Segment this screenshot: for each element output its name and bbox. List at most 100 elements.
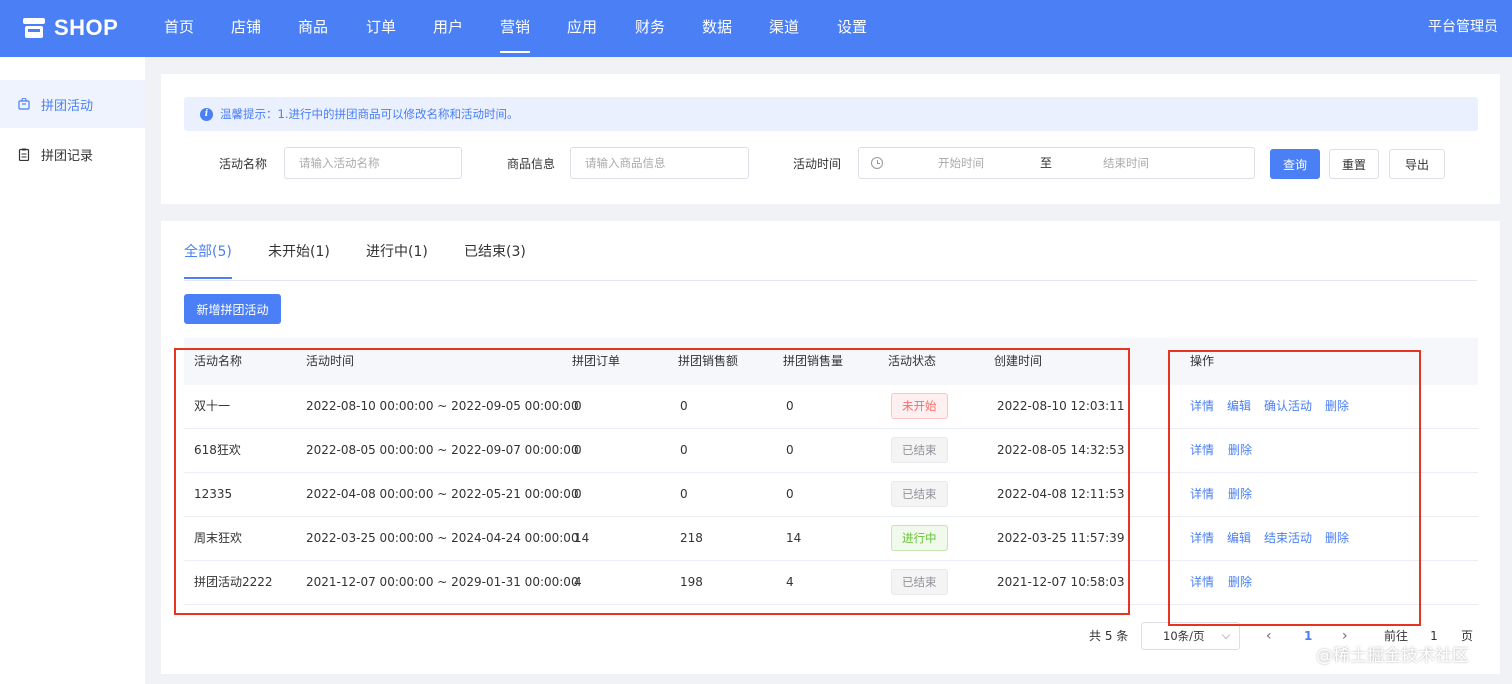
status-badge: 进行中 xyxy=(891,525,948,551)
detail-link[interactable]: 详情 xyxy=(1190,429,1214,472)
goods-info-input[interactable]: 请输入商品信息 xyxy=(570,147,749,179)
nav-item-orders[interactable]: 订单 xyxy=(366,0,396,57)
cell-created-time: 2022-03-25 11:57:39 xyxy=(997,531,1125,545)
activity-name-input[interactable]: 请输入活动名称 xyxy=(284,147,462,179)
nav-item-channels[interactable]: 渠道 xyxy=(769,0,799,57)
table-header: 活动名称 活动时间 拼团订单 拼团销售额 拼团销售量 活动状态 创建时间 操作 xyxy=(184,338,1478,385)
edit-link[interactable]: 编辑 xyxy=(1227,385,1251,428)
cell-group-sales-amount: 218 xyxy=(680,531,703,545)
bag-icon xyxy=(18,98,30,110)
delete-link[interactable]: 删除 xyxy=(1228,561,1252,604)
end-time-input[interactable]: 结束时间 xyxy=(1103,148,1149,178)
cell-group-orders: 0 xyxy=(574,399,582,413)
nav-item-settings[interactable]: 设置 xyxy=(837,0,867,57)
header-activity-status: 活动状态 xyxy=(888,354,937,368)
export-button[interactable]: 导出 xyxy=(1389,149,1445,179)
delete-link[interactable]: 删除 xyxy=(1325,385,1349,428)
sidebar-item-group-records[interactable]: 拼团记录 xyxy=(0,130,145,178)
goods-info-label: 商品信息 xyxy=(507,157,556,171)
table-row: 周末狂欢 2022-03-25 00:00:00 ~ 2024-04-24 00… xyxy=(184,517,1478,561)
list-panel: 全部(5) 未开始(1) 进行中(1) 已结束(3) 新增拼团活动 活动名称 活… xyxy=(161,221,1500,674)
chevron-down-icon xyxy=(1221,630,1231,640)
page-number-current[interactable]: 1 xyxy=(1304,621,1312,651)
detail-link[interactable]: 详情 xyxy=(1190,517,1214,560)
cell-created-time: 2022-08-10 12:03:11 xyxy=(997,399,1125,413)
edit-link[interactable]: 编辑 xyxy=(1227,517,1251,560)
sidebar-item-label: 拼团记录 xyxy=(41,148,94,164)
cell-activity-time: 2022-04-08 00:00:00 ~ 2022-05-21 00:00:0… xyxy=(306,487,579,501)
status-badge: 已结束 xyxy=(891,437,948,463)
table-row: 双十一 2022-08-10 00:00:00 ~ 2022-09-05 00:… xyxy=(184,385,1478,429)
query-button[interactable]: 查询 xyxy=(1270,149,1320,179)
cell-activity-name: 12335 xyxy=(194,487,233,501)
detail-link[interactable]: 详情 xyxy=(1190,385,1214,428)
tab-in-progress[interactable]: 进行中(1) xyxy=(366,241,428,281)
prev-page-button[interactable]: ‹ xyxy=(1266,621,1272,651)
nav-item-marketing[interactable]: 营销 xyxy=(500,0,531,57)
end-activity-link[interactable]: 结束活动 xyxy=(1264,517,1312,560)
delete-link[interactable]: 删除 xyxy=(1228,429,1252,472)
tab-ended[interactable]: 已结束(3) xyxy=(464,241,526,281)
clock-icon xyxy=(871,157,883,169)
cell-group-sales-quantity: 0 xyxy=(786,443,794,457)
watermark: @稀土掘金技术社区 xyxy=(1316,646,1469,666)
table-row: 618狂欢 2022-08-05 00:00:00 ~ 2022-09-07 0… xyxy=(184,429,1478,473)
tip-banner: i 温馨提示：1.进行中的拼团商品可以修改名称和活动时间。 xyxy=(184,97,1478,131)
nav-item-data[interactable]: 数据 xyxy=(702,0,732,57)
detail-link[interactable]: 详情 xyxy=(1190,473,1214,516)
header-created-time: 创建时间 xyxy=(994,354,1043,368)
tab-all[interactable]: 全部(5) xyxy=(184,241,232,281)
sidebar-item-group-activity[interactable]: 拼团活动 xyxy=(0,80,145,128)
confirm-activity-link[interactable]: 确认活动 xyxy=(1264,385,1312,428)
delete-link[interactable]: 删除 xyxy=(1228,473,1252,516)
cell-group-sales-quantity: 0 xyxy=(786,487,794,501)
cell-activity-time: 2022-03-25 00:00:00 ~ 2024-04-24 00:00:0… xyxy=(306,531,579,545)
tip-text: 温馨提示：1.进行中的拼团商品可以修改名称和活动时间。 xyxy=(220,107,519,121)
info-icon: i xyxy=(200,107,213,121)
cell-group-orders: 0 xyxy=(574,443,582,457)
admin-user-menu[interactable]: 平台管理员 xyxy=(1428,0,1498,55)
pagination-total: 共 5 条 xyxy=(1089,629,1129,643)
cell-group-orders: 0 xyxy=(574,487,582,501)
page-size-select[interactable]: 10条/页 xyxy=(1141,622,1240,650)
detail-link[interactable]: 详情 xyxy=(1190,561,1214,604)
tab-divider xyxy=(184,280,1477,281)
shop-store-icon xyxy=(22,17,46,39)
tab-not-started[interactable]: 未开始(1) xyxy=(268,241,330,281)
nav-item-apps[interactable]: 应用 xyxy=(567,0,597,57)
status-badge: 已结束 xyxy=(891,481,948,507)
cell-activity-time: 2022-08-05 00:00:00 ~ 2022-09-07 00:00:0… xyxy=(306,443,579,457)
date-range-picker[interactable]: 开始时间 至 结束时间 xyxy=(858,147,1255,179)
cell-created-time: 2021-12-07 10:58:03 xyxy=(997,575,1125,589)
cell-group-sales-quantity: 0 xyxy=(786,399,794,413)
status-badge: 已结束 xyxy=(891,569,948,595)
cell-activity-name: 拼团活动2222 xyxy=(194,575,273,589)
page-size-value: 10条/页 xyxy=(1163,629,1205,643)
cell-activity-name: 618狂欢 xyxy=(194,443,241,457)
clipboard-icon xyxy=(18,148,30,161)
cell-activity-name: 双十一 xyxy=(194,399,231,413)
filter-panel: i 温馨提示：1.进行中的拼团商品可以修改名称和活动时间。 活动名称 请输入活动… xyxy=(161,74,1500,204)
nav-item-home[interactable]: 首页 xyxy=(164,0,194,57)
nav-item-store[interactable]: 店铺 xyxy=(231,0,261,57)
cell-group-sales-amount: 198 xyxy=(680,575,703,589)
add-group-activity-button[interactable]: 新增拼团活动 xyxy=(184,294,281,324)
activity-time-label: 活动时间 xyxy=(793,157,842,171)
logo[interactable]: SHOP xyxy=(22,14,118,42)
cell-activity-time: 2022-08-10 00:00:00 ~ 2022-09-05 00:00:0… xyxy=(306,399,579,413)
reset-button[interactable]: 重置 xyxy=(1329,149,1379,179)
range-separator: 至 xyxy=(1040,156,1053,170)
cell-created-time: 2022-04-08 12:11:53 xyxy=(997,487,1125,501)
header-group-sales-quantity: 拼团销售量 xyxy=(783,354,844,368)
start-time-input[interactable]: 开始时间 xyxy=(938,148,984,178)
delete-link[interactable]: 删除 xyxy=(1325,517,1349,560)
sidebar: 拼团活动 拼团记录 xyxy=(0,57,145,684)
activity-name-label: 活动名称 xyxy=(219,157,268,171)
header-actions: 操作 xyxy=(1190,354,1215,368)
nav-item-goods[interactable]: 商品 xyxy=(298,0,328,57)
cell-group-sales-amount: 0 xyxy=(680,487,688,501)
nav-item-users[interactable]: 用户 xyxy=(433,0,463,57)
cell-group-orders: 4 xyxy=(574,575,582,589)
nav-item-finance[interactable]: 财务 xyxy=(635,0,665,57)
cell-created-time: 2022-08-05 14:32:53 xyxy=(997,443,1125,457)
